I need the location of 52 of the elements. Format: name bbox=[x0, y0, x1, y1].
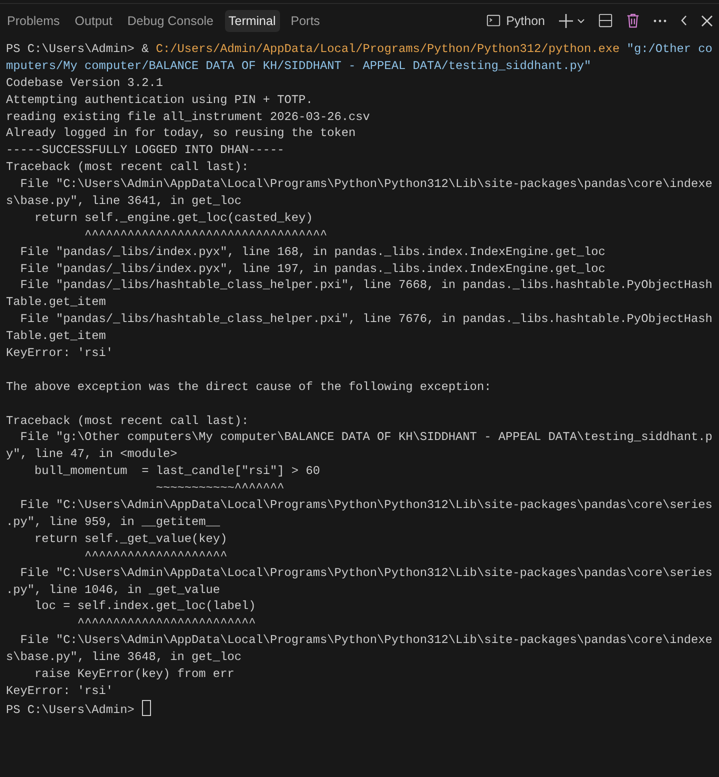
terminal-line: PS C:\Users\Admin> bbox=[6, 702, 136, 717]
terminal-line: ~~~~~~~~~~~^^^^^^^ bbox=[154, 481, 284, 496]
terminal-line: bull_momentum = last_candle["rsi"] > 60 bbox=[34, 464, 320, 478]
terminal-line: File "g:\Other computers\My computer\BALANCE DATA OF KH\SIDDHANT - APPEAL DATA\testing_siddhant.p bbox=[19, 430, 712, 444]
terminal-line: reading existing file all_instrument 2026-03-26.csv bbox=[6, 110, 370, 124]
trash-icon[interactable] bbox=[626, 13, 640, 28]
terminal-line: File "C:\Users\Admin\AppData\Local\Programs\Python\Python312\Lib\site-packages\pandas\core\indexe bbox=[19, 633, 712, 648]
terminal-line: .py", line 1046, in _get_value bbox=[6, 582, 220, 596]
terminal-line: -----SUCCESSFULLY LOGGED INTO DHAN----- bbox=[6, 143, 284, 158]
terminal-line: File "C:\Users\Admin\AppData\Local\Programs\Python\Python312\Lib\site-packages\pandas\core\series bbox=[19, 566, 712, 580]
terminal-line: KeyError: 'rsi' bbox=[6, 684, 114, 698]
terminal-line: .py", line 959, in __getitem__ bbox=[6, 514, 220, 529]
terminal-line: ^^^^^^^^^^^^^^^^^^^^ bbox=[83, 548, 228, 563]
terminal-line: File "C:\Users\Admin\AppData\Local\Programs\Python\Python312\Lib\site-packages\pandas\core\series bbox=[19, 498, 712, 512]
terminal-line: return self._engine.get_loc(casted_key) bbox=[34, 210, 313, 225]
terminal-line: PS C:\Users\Admin> & C:/Users/Admin/AppData/Local/Programs/Python/Python312/python.exe "g:/Other co bbox=[6, 41, 714, 58]
panel-tab[interactable]: Output bbox=[70, 10, 116, 32]
terminal-line: File "pandas/_libs/index.pyx", line 197, in pandas._libs.index.IndexEngine.get_loc bbox=[19, 262, 606, 276]
terminal-line: Traceback (most recent call last): bbox=[6, 160, 249, 174]
chevron-left-icon[interactable] bbox=[680, 15, 688, 26]
terminal-line: s\base.py", line 3641, in get_loc bbox=[6, 194, 242, 208]
terminal-line: The above exception was the direct cause of the following exception: bbox=[6, 380, 492, 394]
terminal-line: Codebase Version 3.2.1 bbox=[6, 76, 163, 90]
split-icon[interactable] bbox=[598, 13, 613, 28]
terminal-line: File "C:\Users\Admin\AppData\Local\Programs\Python\Python312\Lib\site-packages\pandas\core\indexe bbox=[19, 177, 712, 192]
terminal-line: Already logged in for today, so reusing the token bbox=[6, 126, 356, 140]
terminal-line: File "pandas/_libs/index.pyx", line 168, in pandas._libs.index.IndexEngine.get_loc bbox=[19, 244, 606, 259]
terminal-line: s\base.py", line 3648, in get_loc bbox=[6, 650, 242, 664]
terminal-line: Attempting authentication using PIN + TOTP. bbox=[6, 92, 313, 107]
panel-tab[interactable]: Terminal bbox=[224, 10, 280, 32]
terminal-line: File "pandas/_libs/hashtable_class_helper.pxi", line 7668, in pandas._libs.hashtable.PyObjectHash bbox=[19, 278, 712, 292]
terminal-line: KeyError: 'rsi' bbox=[6, 346, 114, 360]
terminal-line: return self._get_value(key) bbox=[34, 532, 228, 546]
terminal-icon bbox=[486, 13, 502, 28]
close-icon[interactable] bbox=[701, 14, 713, 26]
terminal-line: ^^^^^^^^^^^^^^^^^^^^^^^^^ bbox=[76, 616, 256, 630]
panel-tab[interactable]: Ports bbox=[286, 10, 324, 32]
terminal-line: mputers/My computer/BALANCE DATA OF KH/SIDDHANT - APPEAL DATA/testing_siddhant.py" bbox=[6, 58, 592, 75]
terminal-line: Traceback (most recent call last): bbox=[6, 414, 249, 428]
panel-tab[interactable]: Problems bbox=[3, 10, 64, 32]
more-icon[interactable] bbox=[653, 18, 667, 22]
terminal-line: raise KeyError(key) from err bbox=[34, 666, 234, 681]
terminal-line: ^^^^^^^^^^^^^^^^^^^^^^^^^^^^^^^^^^ bbox=[83, 228, 328, 242]
terminal-line: y", line 47, in <module> bbox=[6, 447, 178, 462]
terminal-profile-button[interactable]: Python bbox=[486, 13, 545, 28]
terminal-line: Table.get_item bbox=[6, 329, 106, 344]
add-icon[interactable] bbox=[558, 12, 574, 28]
terminal-line: Table.get_item bbox=[6, 295, 106, 310]
caret-icon[interactable] bbox=[577, 16, 585, 24]
terminal-line: File "pandas/_libs/hashtable_class_helper.pxi", line 7676, in pandas._libs.hashtable.PyObjectHash bbox=[19, 312, 712, 326]
panel-tab[interactable]: Debug Console bbox=[123, 10, 218, 32]
terminal-line: loc = self.index.get_loc(label) bbox=[34, 599, 256, 614]
